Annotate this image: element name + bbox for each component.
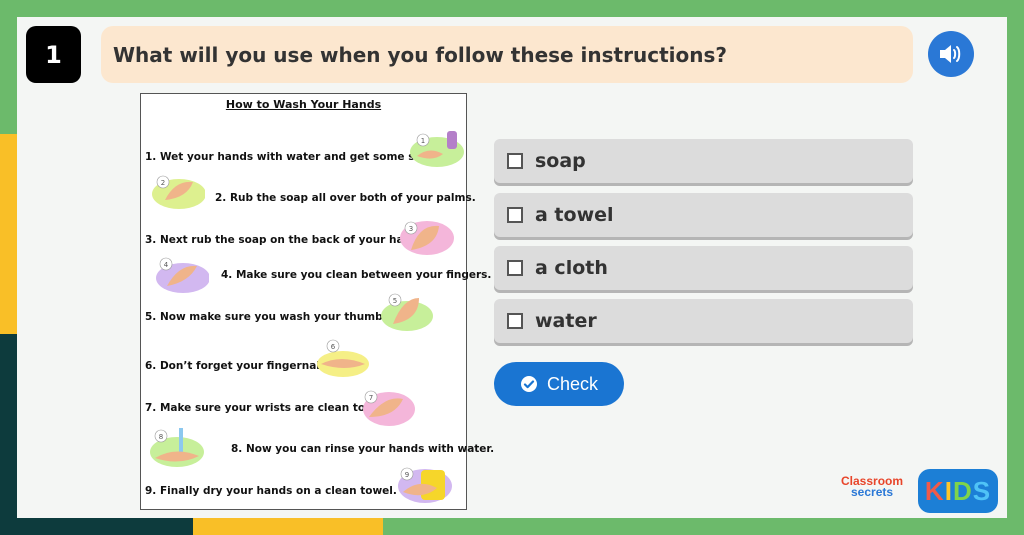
option-label: a cloth xyxy=(535,257,608,279)
image-number: 9 xyxy=(405,471,409,479)
option-label: soap xyxy=(535,150,586,172)
step-8: 8. Now you can rinse your hands with wat… xyxy=(231,443,495,455)
classroom-secrets-logo: Classroom secrets xyxy=(841,474,904,499)
step-7: 7. Make sure your wrists are clean too. xyxy=(145,402,377,414)
kids-logo: K I D S xyxy=(918,469,998,513)
step-1: 1. Wet your hands with water and get som… xyxy=(145,151,441,163)
image-number: 4 xyxy=(164,261,169,269)
hand-washing-image-9: 9 xyxy=(398,467,452,503)
step-6: 6. Don’t forget your fingernails. xyxy=(145,360,334,372)
background-bottom-yellow xyxy=(193,518,383,535)
option-a-towel[interactable]: a towel xyxy=(494,193,913,237)
hand-washing-image-2: 2 xyxy=(152,175,205,209)
step-5: 5. Now make sure you wash your thumbs. xyxy=(145,311,393,323)
question-text: What will you use when you follow these … xyxy=(113,42,727,67)
option-checkbox[interactable] xyxy=(507,153,523,169)
check-button-label: Check xyxy=(546,373,599,394)
option-label: a towel xyxy=(535,204,614,226)
option-label: water xyxy=(535,310,597,332)
question-number: 1 xyxy=(26,26,81,83)
step-3: 3. Next rub the soap on the back of your… xyxy=(145,234,425,246)
image-number: 8 xyxy=(159,433,163,441)
image-number: 7 xyxy=(369,394,373,402)
step-2: 2. Rub the soap all over both of your pa… xyxy=(215,192,476,204)
hand-washing-image-1: 1 xyxy=(410,131,464,167)
option-checkbox[interactable] xyxy=(507,313,523,329)
option-checkbox[interactable] xyxy=(507,260,523,276)
instructions-document: How to Wash Your Hands 1. Wet your hands… xyxy=(140,93,494,510)
background-bottom-teal xyxy=(0,518,193,535)
hand-washing-image-5: 5 xyxy=(381,293,433,331)
step-9: 9. Finally dry your hands on a clean tow… xyxy=(145,485,397,497)
image-number: 5 xyxy=(393,297,397,305)
option-checkbox[interactable] xyxy=(507,207,523,223)
speaker-icon[interactable] xyxy=(928,31,974,77)
option-a-cloth[interactable]: a cloth xyxy=(494,246,913,290)
hand-washing-image-4: 4 xyxy=(156,257,209,293)
check-circle-icon xyxy=(520,376,537,392)
hand-washing-image-7: 7 xyxy=(363,390,415,426)
background-stripe-teal xyxy=(0,334,18,535)
hand-washing-image-8: 8 xyxy=(150,428,204,467)
hand-washing-image-6: 6 xyxy=(317,339,369,377)
image-number: 3 xyxy=(409,225,413,233)
image-number: 6 xyxy=(331,343,336,351)
image-number: 1 xyxy=(421,137,425,145)
question-box: What will you use when you follow these … xyxy=(101,26,913,83)
background-stripe-yellow xyxy=(0,134,18,334)
option-soap[interactable]: soap xyxy=(494,139,913,183)
hand-washing-image-3: 3 xyxy=(400,221,454,255)
image-number: 2 xyxy=(161,179,165,187)
document-title: How to Wash Your Hands xyxy=(225,98,382,111)
check-button[interactable]: Check xyxy=(494,362,624,406)
step-4: 4. Make sure you clean between your fing… xyxy=(221,269,492,281)
option-water[interactable]: water xyxy=(494,299,913,343)
